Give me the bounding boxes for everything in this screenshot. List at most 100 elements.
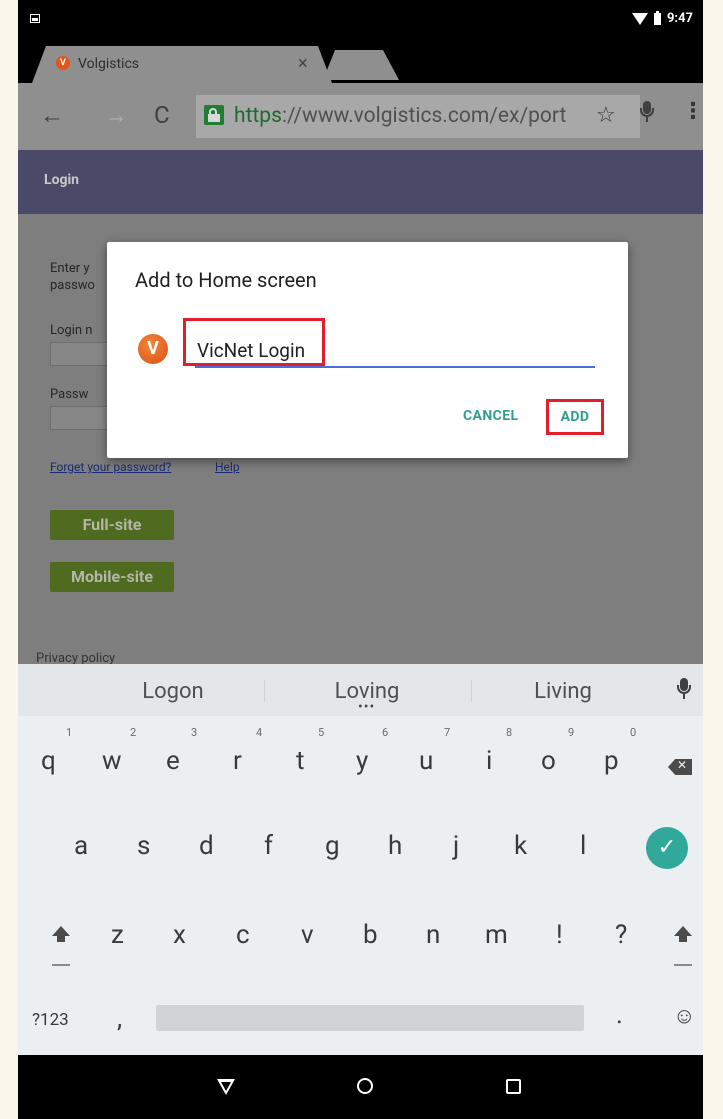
add-button[interactable]: ADD	[546, 399, 604, 435]
nav-recents-icon[interactable]	[506, 1079, 521, 1094]
login-label: Login n	[50, 323, 93, 338]
new-tab-button[interactable]	[323, 50, 399, 80]
key-h[interactable]: h	[388, 831, 402, 861]
key-b[interactable]: b	[363, 920, 378, 950]
input-underline	[195, 366, 595, 368]
voice-input-mic-icon[interactable]	[677, 678, 691, 700]
key-y[interactable]: y	[356, 746, 368, 776]
key-question[interactable]: ?	[615, 920, 627, 950]
status-time: 9:47	[666, 11, 693, 26]
key-f[interactable]: f	[264, 831, 273, 861]
tab-strip: V Volgistics ×	[18, 40, 703, 83]
soft-keyboard: Logon Loving Living ••• 1 q 2 w 3 e 4 r …	[18, 664, 703, 1055]
mic-icon[interactable]	[640, 101, 654, 123]
address-bar[interactable]: https://www.volgistics.com/ex/port ☆	[196, 95, 640, 138]
emoji-icon[interactable]: ☺	[673, 1003, 695, 1029]
key-o[interactable]: o	[541, 746, 556, 776]
forward-arrow-icon[interactable]: →	[104, 101, 128, 130]
volgistics-favicon-icon: V	[56, 56, 70, 70]
key-n[interactable]: n	[426, 920, 440, 950]
browser-toolbar: ← → C https://www.volgistics.com/ex/port…	[18, 83, 703, 150]
key-period[interactable]: .	[616, 1000, 623, 1030]
key-hint: 8	[506, 726, 513, 739]
cancel-button[interactable]: CANCEL	[463, 408, 518, 424]
key-g[interactable]: g	[325, 831, 340, 861]
suggestion-1[interactable]: Logon	[103, 679, 243, 704]
key-hint: 4	[256, 726, 263, 739]
key-k[interactable]: k	[514, 831, 527, 861]
suggestion-3[interactable]: Living	[493, 679, 633, 704]
enter-line-2: passwo	[50, 278, 95, 293]
wifi-icon	[631, 12, 648, 25]
key-hint: 3	[191, 726, 198, 739]
volgistics-app-icon: V	[138, 334, 168, 364]
backspace-icon[interactable]	[668, 759, 692, 775]
tab-close-icon[interactable]: ×	[298, 53, 308, 74]
navigation-bar	[18, 1055, 703, 1119]
key-j[interactable]: j	[453, 831, 459, 861]
notification-icon	[30, 14, 40, 23]
dialog-title: Add to Home screen	[135, 268, 317, 292]
key-w[interactable]: w	[102, 746, 122, 776]
url-rest: ://www.volgistics.com/ex/port	[281, 104, 567, 128]
shift-right-indicator	[674, 964, 692, 966]
key-d[interactable]: d	[199, 831, 214, 861]
key-hint: 1	[66, 726, 73, 739]
shift-left-icon[interactable]	[52, 926, 70, 942]
key-hint: 5	[318, 726, 325, 739]
full-site-button[interactable]: Full-site	[50, 510, 174, 540]
key-r[interactable]: r	[233, 746, 242, 776]
bookmark-star-icon[interactable]: ☆	[596, 103, 616, 128]
suggestion-strip: Logon Loving Living •••	[18, 664, 703, 716]
tab-title: Volgistics	[78, 56, 140, 72]
key-hint: 6	[382, 726, 389, 739]
key-u[interactable]: u	[419, 746, 433, 776]
symbols-key[interactable]: ?123	[32, 1010, 69, 1030]
spacebar[interactable]	[156, 1005, 584, 1031]
key-hint: 9	[568, 726, 575, 739]
key-a[interactable]: a	[74, 831, 88, 861]
more-suggestions-dots[interactable]: •••	[358, 700, 375, 714]
enter-check-icon[interactable]: ✓	[646, 827, 688, 869]
key-l[interactable]: l	[580, 831, 586, 861]
name-highlight-box	[183, 318, 325, 366]
shift-left-indicator	[52, 964, 70, 966]
key-hint: 0	[630, 726, 637, 739]
enter-instructions: Enter y passwo	[50, 260, 95, 294]
key-comma[interactable]: ,	[117, 1004, 122, 1034]
back-arrow-icon[interactable]: ←	[40, 101, 64, 130]
key-e[interactable]: e	[166, 746, 180, 776]
key-z[interactable]: z	[111, 920, 124, 950]
password-label: Passw	[50, 387, 89, 402]
key-m[interactable]: m	[485, 920, 508, 950]
shift-right-icon[interactable]	[674, 926, 692, 942]
key-i[interactable]: i	[486, 746, 492, 776]
reload-icon[interactable]: C	[154, 101, 170, 129]
key-x[interactable]: x	[173, 920, 186, 950]
suggestion-divider	[264, 680, 265, 702]
mobile-site-button[interactable]: Mobile-site	[50, 562, 174, 592]
status-bar: 9:47	[18, 0, 703, 40]
key-q[interactable]: q	[41, 746, 56, 776]
lock-icon	[204, 105, 224, 125]
help-link[interactable]: Help	[215, 460, 240, 474]
key-exclamation[interactable]: !	[556, 920, 563, 950]
key-s[interactable]: s	[137, 831, 150, 861]
key-p[interactable]: p	[604, 746, 619, 776]
suggestion-divider	[471, 680, 472, 702]
nav-back-icon[interactable]	[217, 1079, 235, 1095]
page-header: Login	[18, 150, 703, 214]
enter-line-1: Enter y	[50, 261, 90, 276]
overflow-menu-icon[interactable]: ⋮	[682, 101, 703, 123]
key-t[interactable]: t	[296, 746, 305, 776]
tab-volgistics[interactable]: V Volgistics ×	[32, 46, 332, 83]
key-c[interactable]: c	[236, 920, 250, 950]
nav-home-icon[interactable]	[357, 1078, 373, 1094]
key-hint: 7	[444, 726, 451, 739]
status-icons: 9:47	[631, 10, 693, 26]
page-header-title: Login	[44, 172, 80, 188]
forgot-password-link[interactable]: Forget your password?	[50, 460, 171, 474]
key-v[interactable]: v	[301, 920, 314, 950]
battery-icon	[653, 10, 661, 25]
url-text[interactable]: https://www.volgistics.com/ex/port	[234, 104, 566, 128]
